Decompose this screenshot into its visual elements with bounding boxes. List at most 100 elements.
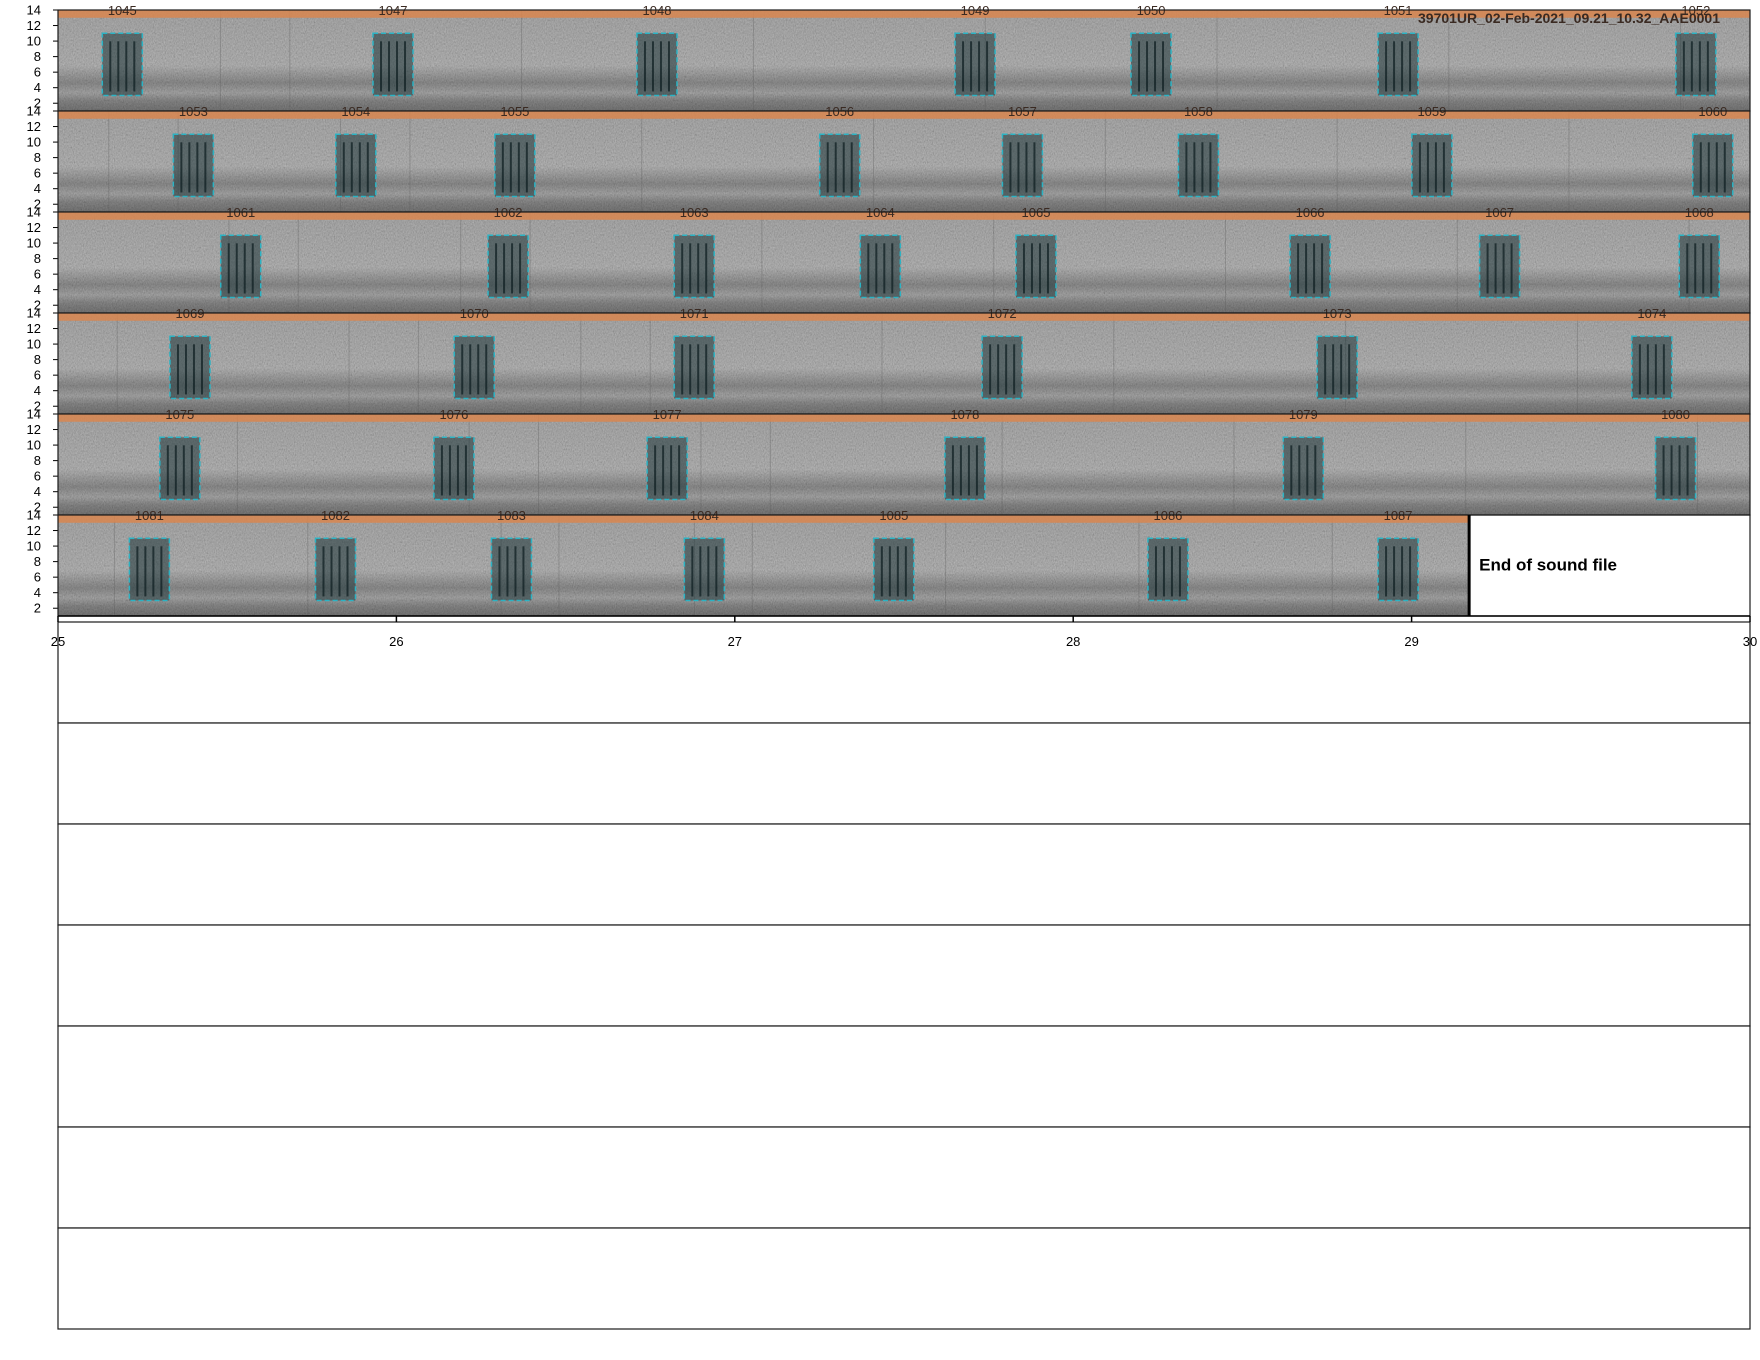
call-energy: [454, 336, 495, 399]
call-energy: [1655, 437, 1696, 500]
detection: 1087: [1377, 508, 1419, 602]
detection: 1065: [1015, 205, 1057, 299]
y-tick-label: 8: [34, 554, 41, 569]
spectrogram-shading: [58, 515, 1470, 616]
detection: 1074: [1631, 306, 1673, 400]
end-of-file-label: End of sound file: [1479, 556, 1617, 575]
call-energy: [1378, 33, 1419, 96]
y-tick-label: 14: [27, 407, 41, 422]
y-tick-label: 4: [34, 80, 41, 95]
y-tick-label: 10: [27, 438, 41, 453]
call-energy: [169, 336, 210, 399]
spectrogram-row: 1061 1062 1063 1064 1065 1066 1067 106824681012…: [27, 205, 1751, 314]
call-energy: [1479, 235, 1520, 298]
call-energy: [129, 538, 170, 601]
detection: 1045: [101, 3, 144, 97]
detection: 1082: [314, 508, 357, 602]
detection: 1073: [1316, 306, 1358, 400]
y-tick-label: 10: [27, 236, 41, 251]
detection: 1067: [1478, 205, 1521, 299]
detection: 1063: [673, 205, 715, 299]
y-tick-label: 10: [27, 135, 41, 150]
call-energy: [1015, 235, 1056, 298]
call-energy: [1178, 134, 1219, 197]
detection: 1053: [172, 104, 215, 198]
y-tick-label: 8: [34, 352, 41, 367]
detection-bar: [58, 515, 1470, 523]
call-energy: [1283, 437, 1324, 500]
call-energy: [373, 33, 414, 96]
detection: 1084: [683, 508, 726, 602]
detection: 1071: [673, 306, 715, 400]
call-energy: [1317, 336, 1358, 399]
detection: 1072: [981, 306, 1023, 400]
x-tick-label: 29: [1404, 634, 1418, 649]
y-tick-label: 6: [34, 65, 41, 80]
call-energy: [1290, 235, 1331, 298]
y-tick-label: 10: [27, 539, 41, 554]
spectrogram-row: 1081 1082 1083 1084 1085 1086 1087 2468101214 En…: [27, 508, 1751, 617]
y-tick-label: 12: [27, 220, 41, 235]
detection: 1080: [1654, 407, 1697, 501]
call-energy: [1675, 33, 1716, 96]
y-tick-label: 2: [34, 601, 41, 616]
spectrogram-row: 1069 1070 1071 1072 1073 10742468101214: [27, 306, 1751, 415]
call-energy: [159, 437, 200, 500]
call-energy: [674, 235, 715, 298]
detection: 1069: [169, 306, 211, 400]
detection-bar: [58, 414, 1750, 422]
detection: 1058: [1177, 104, 1220, 198]
spectrogram-row: 1075 1076 1077 1078 1079 10802468101214: [27, 407, 1751, 516]
detection: 1076: [433, 407, 475, 501]
detection: 1068: [1678, 205, 1720, 299]
call-energy: [1002, 134, 1043, 197]
detection: 1049: [954, 3, 996, 97]
detection: 1064: [859, 205, 902, 299]
y-tick-label: 10: [27, 337, 41, 352]
detection: 1075: [159, 407, 201, 501]
detection: 1057: [1001, 104, 1044, 198]
detection: 1056: [818, 104, 861, 198]
y-tick-label: 14: [27, 205, 41, 220]
empty-row-frame: [57, 924, 1751, 1027]
empty-panels: [57, 621, 1751, 1330]
detection: 1070: [453, 306, 495, 400]
empty-row-frame: [57, 1025, 1751, 1128]
empty-row-frame: [57, 621, 1751, 724]
x-tick-label: 30: [1743, 634, 1757, 649]
y-tick-label: 6: [34, 570, 41, 585]
spectrogram-row: 1053 1054 1055 1056 1057 1058 1059 106024681012…: [27, 104, 1751, 213]
detection-bar: [58, 111, 1750, 119]
y-tick-label: 4: [34, 383, 41, 398]
y-tick-label: 8: [34, 49, 41, 64]
detection: 1061: [219, 205, 262, 299]
y-tick-label: 10: [27, 34, 41, 49]
y-tick-label: 14: [27, 306, 41, 321]
y-tick-label: 4: [34, 484, 41, 499]
call-energy: [636, 33, 677, 96]
call-energy: [647, 437, 688, 500]
call-energy: [315, 538, 356, 601]
detection: 1054: [335, 104, 377, 198]
detection: 1055: [494, 104, 536, 198]
y-tick-label: 14: [27, 508, 41, 523]
call-energy: [220, 235, 261, 298]
y-tick-label: 6: [34, 166, 41, 181]
call-energy: [335, 134, 376, 197]
detection: 1085: [873, 508, 915, 602]
call-energy: [1631, 336, 1672, 399]
detection: 1048: [636, 3, 678, 97]
y-tick-label: 12: [27, 422, 41, 437]
x-tick-label: 27: [728, 634, 742, 649]
detection-bar: [58, 313, 1750, 321]
detection: 1086: [1147, 508, 1189, 602]
spectrogram-figure: 1045 1047 1048 1049 1050 1051 1052246810121410…: [27, 3, 1757, 1330]
call-energy: [1692, 134, 1733, 197]
y-tick-label: 6: [34, 469, 41, 484]
call-energy: [1411, 134, 1452, 197]
spectrogram-shading: [58, 414, 1750, 515]
call-energy: [491, 538, 532, 601]
call-energy: [102, 33, 143, 96]
call-energy: [1679, 235, 1720, 298]
call-energy: [488, 235, 529, 298]
